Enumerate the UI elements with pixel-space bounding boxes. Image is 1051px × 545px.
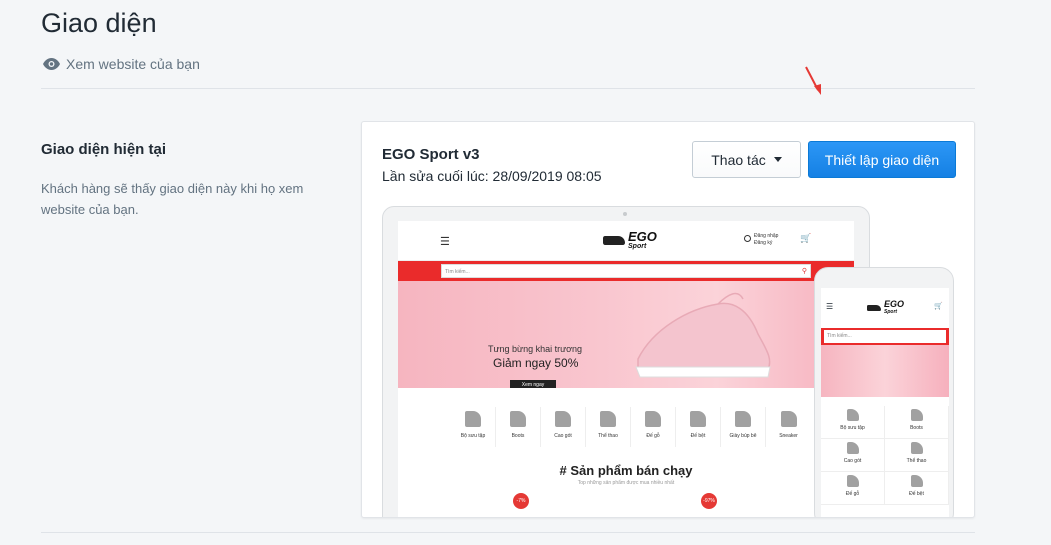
shoe-category-icon: [910, 475, 923, 487]
category-label: Bộ sưu tập: [460, 433, 486, 439]
category-label: Đế bệt: [909, 491, 924, 497]
preview-search-input: Tìm kiếm... ⚲: [441, 264, 811, 278]
category-item: Giày búp bê: [721, 407, 766, 447]
category-label: Boots: [511, 433, 525, 439]
register-text: Đăng ký: [754, 240, 773, 246]
menu-icon: ☰: [826, 302, 834, 311]
hero-button: Xem ngay: [510, 380, 556, 388]
hero-line2: Giảm ngay 50%: [493, 356, 579, 370]
shoe-category-icon: [465, 411, 481, 427]
preview-header: ☰ EGO Sport Đăng nhập Đăng ký 🛒: [398, 221, 854, 261]
page-title: Giao diện: [41, 8, 157, 38]
section-description: Khách hàng sẽ thấy giao diện này khi họ …: [41, 181, 304, 217]
category-item: Cao gót: [541, 407, 586, 447]
category-label: Bộ sưu tập: [840, 425, 865, 431]
category-item: Bộ sưu tập: [451, 407, 496, 447]
view-website-link[interactable]: Xem website của bạn: [43, 56, 200, 72]
phone-hero-banner: [821, 345, 949, 397]
category-label: Sneaker: [779, 433, 798, 439]
phone-search-bar: Tìm kiếm...: [821, 328, 949, 345]
category-label: Boots: [910, 425, 923, 431]
hero-line1: Tưng bừng khai trương: [488, 344, 583, 354]
discount-badge: -7%: [513, 493, 529, 509]
theme-last-updated: Lần sửa cuối lúc: 28/09/2019 08:05: [382, 168, 602, 184]
category-item: Thể thao: [885, 439, 949, 472]
setup-theme-button[interactable]: Thiết lập giao diện: [808, 141, 956, 178]
preview-account: Đăng nhập Đăng ký: [744, 233, 778, 247]
view-website-label: Xem website của bạn: [66, 56, 200, 72]
best-seller-subtitle: Top những sản phẩm được mua nhiều nhất: [577, 480, 675, 486]
category-item: Cao gót: [821, 439, 885, 472]
section-title: Giao diện hiện tại: [41, 141, 167, 158]
shoe-category-icon: [600, 411, 616, 427]
login-text: Đăng nhập: [754, 233, 779, 239]
category-label: Đế gỗ: [845, 491, 860, 497]
phone-screen: ☰ EGO Sport 🛒 Tìm kiếm... Bộ sưu tập Boots…: [821, 288, 949, 517]
phone-categories: Bộ sưu tập Boots Cao gót Thể thao Đế gỗ Đế bệ…: [821, 406, 949, 505]
logo-text: EGO: [884, 299, 905, 309]
search-icon: ⚲: [801, 268, 807, 275]
camera-dot: [623, 212, 627, 216]
category-label: Cao gót: [843, 458, 862, 464]
header-divider: [41, 88, 975, 89]
phone-search-input: Tìm kiếm...: [824, 330, 946, 343]
category-item: Đế gỗ: [821, 472, 885, 505]
discount-badge: -97%: [701, 493, 717, 509]
category-item: Bộ sưu tập: [821, 406, 885, 439]
category-label: Đế bệt: [690, 433, 706, 439]
category-item: Đế bệt: [885, 472, 949, 505]
logo-sub: Sport: [628, 243, 647, 250]
category-item: Boots: [496, 407, 541, 447]
preview-logo: EGO Sport: [603, 230, 657, 250]
shoe-category-icon: [645, 411, 661, 427]
shoe-category-icon: [846, 409, 859, 421]
category-label: Thể thao: [598, 433, 618, 439]
actions-dropdown-button[interactable]: Thao tác: [692, 141, 801, 178]
category-item: Thể thao: [586, 407, 631, 447]
actions-label: Thao tác: [711, 151, 766, 168]
category-label: Cao gót: [554, 433, 572, 439]
shoe-category-icon: [780, 411, 797, 427]
preview-categories: Bộ sưu tập Boots Cao gót Thể thao Đế gỗ Đế bệ…: [451, 407, 811, 447]
current-theme-card: EGO Sport v3 Lần sửa cuối lúc: 28/09/201…: [361, 121, 975, 518]
laptop-screen: ☰ EGO Sport Đăng nhập Đăng ký 🛒 Tìm kiếm.…: [398, 221, 854, 517]
shoe-category-icon: [910, 442, 923, 454]
category-label: Thể thao: [906, 458, 927, 464]
laptop-preview: ☰ EGO Sport Đăng nhập Đăng ký 🛒 Tìm kiếm.…: [382, 206, 870, 517]
category-item: Đế gỗ: [631, 407, 676, 447]
category-item: Đế bệt: [676, 407, 721, 447]
phone-preview: ☰ EGO Sport 🛒 Tìm kiếm... Bộ sưu tập Boots…: [814, 267, 954, 517]
shoe-category-icon: [690, 411, 706, 427]
best-seller-title: # Sản phẩm bán chạy: [559, 463, 693, 478]
shoe-category-icon: [510, 411, 526, 427]
shoe-category-icon: [846, 475, 859, 487]
caret-down-icon: [773, 157, 782, 162]
preview-search-bar: Tìm kiếm... ⚲: [398, 261, 854, 281]
cart-icon: 🛒: [934, 303, 943, 310]
shoe-category-icon: [846, 442, 859, 454]
logo-text: EGO: [628, 229, 657, 244]
preview-hero-banner: Tưng bừng khai trương Giảm ngay 50% Xem …: [398, 281, 854, 388]
logo-sub: Sport: [884, 309, 898, 315]
eye-icon: [43, 58, 60, 70]
phone-logo: EGO Sport: [867, 300, 904, 315]
phone-header: ☰ EGO Sport 🛒: [821, 288, 949, 328]
category-item: Sneaker: [766, 407, 811, 447]
bottom-divider: [41, 532, 975, 533]
theme-name: EGO Sport v3: [382, 146, 480, 163]
shoe-category-icon: [910, 409, 923, 421]
cart-icon: 🛒: [800, 233, 812, 243]
sneaker-image: [635, 292, 771, 378]
annotation-arrow-icon: [805, 66, 821, 95]
user-icon: [744, 235, 751, 242]
shoe-category-icon: [735, 411, 751, 427]
shoe-logo-icon: [867, 304, 881, 311]
menu-icon: ☰: [440, 236, 450, 248]
shoe-category-icon: [555, 411, 571, 427]
shoe-logo-icon: [603, 235, 625, 245]
category-label: Giày búp bê: [729, 433, 757, 439]
category-item: Boots: [885, 406, 949, 439]
category-label: Đế gỗ: [646, 433, 660, 439]
